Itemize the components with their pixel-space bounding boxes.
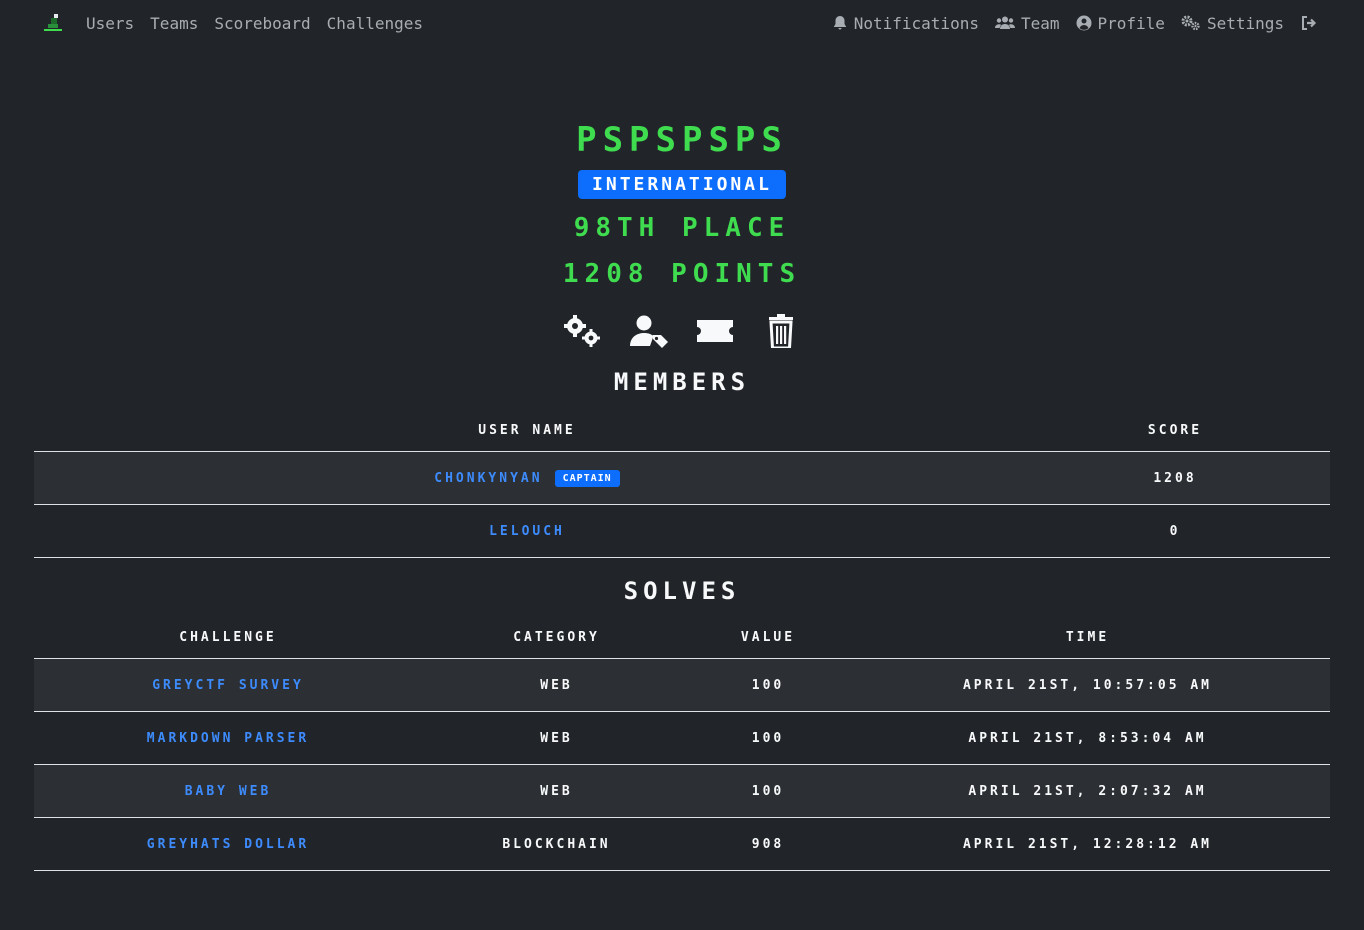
header-value: VALUE bbox=[691, 616, 845, 659]
table-row: LELOUCH 0 bbox=[34, 504, 1330, 558]
header-score: SCORE bbox=[1020, 409, 1330, 452]
header-time: TIME bbox=[845, 616, 1330, 659]
nav-challenges[interactable]: Challenges bbox=[327, 14, 423, 33]
user-circle-icon bbox=[1076, 15, 1091, 31]
challenge-cell: MARKDOWN PARSER bbox=[34, 711, 422, 765]
nav-scoreboard[interactable]: Scoreboard bbox=[214, 14, 310, 33]
category-cell: WEB bbox=[422, 658, 691, 712]
challenge-cell: BABY WEB bbox=[34, 764, 422, 818]
table-row: BABY WEB WEB 100 APRIL 21ST, 2:07:32 AM bbox=[34, 764, 1330, 818]
team-header: PSPSPSPS INTERNATIONAL 98TH PLACE 1208 P… bbox=[0, 120, 1364, 397]
member-link[interactable]: LELOUCH bbox=[489, 524, 565, 539]
nav-users[interactable]: Users bbox=[86, 14, 134, 33]
member-score: 0 bbox=[1020, 504, 1330, 558]
header-category: CATEGORY bbox=[422, 616, 691, 659]
time-cell: APRIL 21ST, 12:28:12 AM bbox=[845, 817, 1330, 871]
table-row: CHONKYNYAN CAPTAIN 1208 bbox=[34, 451, 1330, 505]
header-challenge: CHALLENGE bbox=[34, 616, 422, 659]
nav-left: Users Teams Scoreboard Challenges bbox=[40, 10, 439, 36]
solves-title: SOLVES bbox=[623, 577, 741, 605]
nav-settings[interactable]: Settings bbox=[1181, 14, 1284, 33]
challenge-link[interactable]: GREYHATS DOLLAR bbox=[147, 837, 309, 852]
category-cell: WEB bbox=[422, 711, 691, 765]
bell-icon bbox=[833, 16, 846, 30]
logout-icon bbox=[1302, 16, 1317, 30]
gears-icon[interactable] bbox=[562, 313, 604, 349]
member-score: 1208 bbox=[1020, 451, 1330, 505]
table-row: GREYHATS DOLLAR BLOCKCHAIN 908 APRIL 21S… bbox=[34, 817, 1330, 871]
time-cell: APRIL 21ST, 10:57:05 AM bbox=[845, 658, 1330, 712]
nav-right: Notifications Team Profile Settings bbox=[816, 14, 1324, 33]
solves-table: CHALLENGE CATEGORY VALUE TIME GREYCTF SU… bbox=[34, 616, 1330, 871]
team-place: 98TH PLACE bbox=[573, 213, 791, 243]
team-name: PSPSPSPS bbox=[576, 120, 788, 160]
trash-icon[interactable] bbox=[760, 313, 802, 349]
category-cell: WEB bbox=[422, 764, 691, 818]
members-header-row: USER NAME SCORE bbox=[34, 409, 1330, 452]
nav-team-label: Team bbox=[1020, 13, 1060, 33]
captain-badge: CAPTAIN bbox=[554, 469, 620, 487]
challenge-link[interactable]: GREYCTF SURVEY bbox=[152, 678, 304, 693]
team-points: 1208 POINTS bbox=[562, 259, 802, 289]
solves-header-row: CHALLENGE CATEGORY VALUE TIME bbox=[34, 616, 1330, 659]
value-cell: 100 bbox=[691, 711, 845, 765]
table-row: MARKDOWN PARSER WEB 100 APRIL 21ST, 8:53… bbox=[34, 711, 1330, 765]
value-cell: 908 bbox=[691, 817, 845, 871]
cogs-icon bbox=[1181, 15, 1200, 31]
member-cell: LELOUCH bbox=[34, 504, 1020, 558]
user-tag-icon[interactable] bbox=[628, 313, 670, 349]
challenge-cell: GREYCTF SURVEY bbox=[34, 658, 422, 712]
nav-teams[interactable]: Teams bbox=[150, 14, 198, 33]
nav-notifications[interactable]: Notifications bbox=[832, 14, 979, 33]
challenge-link[interactable]: BABY WEB bbox=[185, 784, 272, 799]
nav-team[interactable]: Team bbox=[994, 13, 1060, 33]
ticket-icon[interactable] bbox=[694, 313, 736, 349]
nav-profile[interactable]: Profile bbox=[1076, 14, 1165, 33]
time-cell: APRIL 21ST, 2:07:32 AM bbox=[845, 764, 1330, 818]
category-cell: BLOCKCHAIN bbox=[422, 817, 691, 871]
table-row: GREYCTF SURVEY WEB 100 APRIL 21ST, 10:57… bbox=[34, 658, 1330, 712]
nav-profile-label: Profile bbox=[1097, 13, 1165, 33]
affiliation-badge: INTERNATIONAL bbox=[578, 170, 786, 199]
navbar: Users Teams Scoreboard Challenges Notifi… bbox=[0, 0, 1364, 46]
challenge-link[interactable]: MARKDOWN PARSER bbox=[147, 731, 309, 746]
nav-notifications-label: Notifications bbox=[853, 13, 979, 33]
member-cell: CHONKYNYAN CAPTAIN bbox=[34, 451, 1020, 505]
value-cell: 100 bbox=[691, 658, 845, 712]
time-cell: APRIL 21ST, 8:53:04 AM bbox=[845, 711, 1330, 765]
nav-settings-label: Settings bbox=[1206, 13, 1284, 33]
challenge-cell: GREYHATS DOLLAR bbox=[34, 817, 422, 871]
logout-button[interactable] bbox=[1300, 15, 1324, 31]
header-user-name: USER NAME bbox=[34, 409, 1020, 452]
members-title: MEMBERS bbox=[613, 368, 751, 396]
users-icon bbox=[994, 16, 1015, 29]
value-cell: 100 bbox=[691, 764, 845, 818]
member-link[interactable]: CHONKYNYAN bbox=[434, 471, 542, 486]
members-table: USER NAME SCORE CHONKYNYAN CAPTAIN 1208 L… bbox=[34, 409, 1330, 558]
logo-icon[interactable] bbox=[40, 10, 66, 36]
team-actions bbox=[0, 313, 1364, 349]
